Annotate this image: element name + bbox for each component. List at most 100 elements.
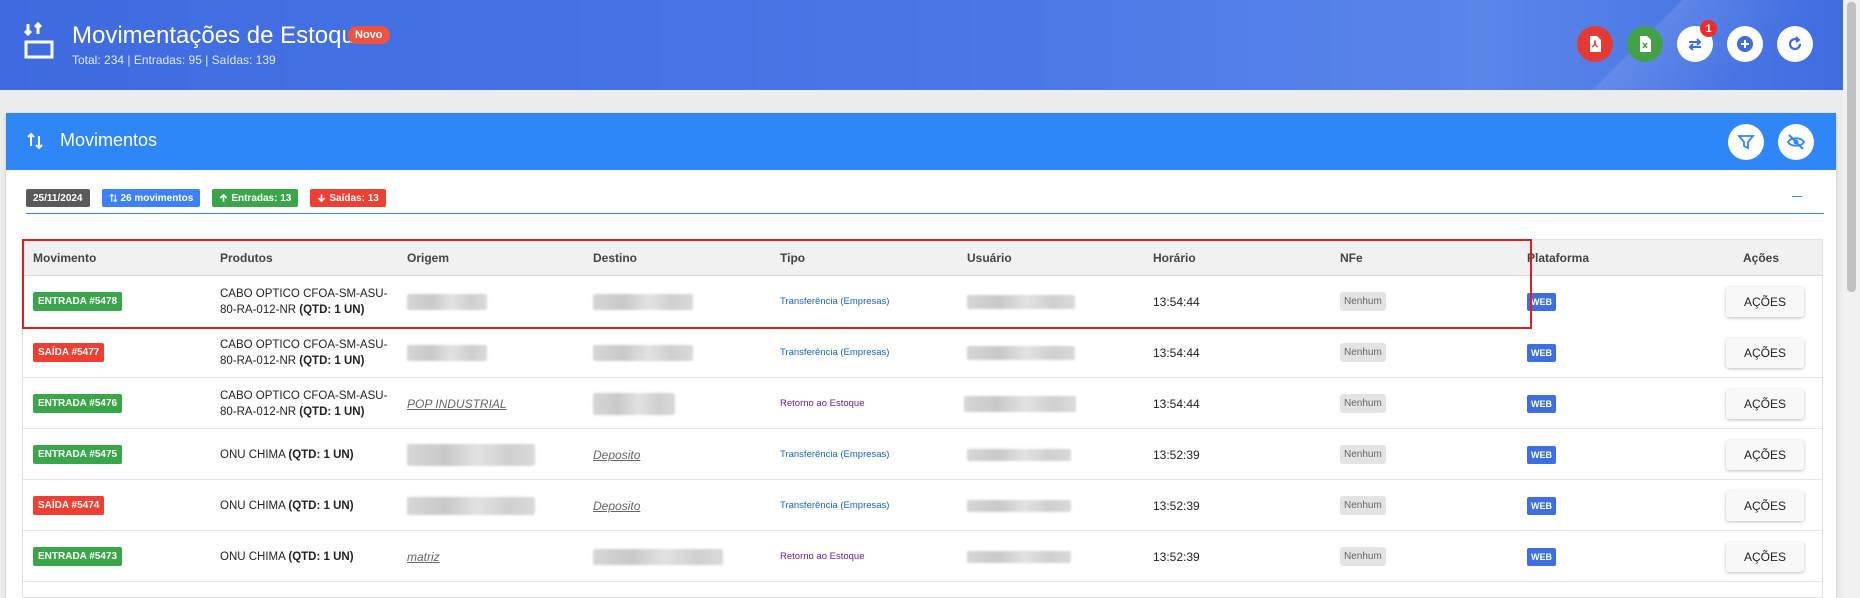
eye-off-icon (1786, 134, 1806, 150)
hide-button[interactable] (1778, 124, 1814, 160)
nfe-badge: Nenhum (1340, 394, 1386, 413)
product-cell: ONU CHIMA (QTD: 1 UN) (220, 447, 400, 463)
redacted-origin (407, 443, 535, 466)
redacted-user (967, 448, 1071, 461)
destination-link[interactable]: Deposito (593, 499, 640, 513)
redacted-destination (593, 392, 675, 415)
time-label: 13:52:39 (1153, 447, 1200, 462)
product-name: ONU CHIMA (220, 448, 286, 461)
origin-link[interactable]: matriz (407, 550, 440, 564)
page-title: Movimentações de Estoque (72, 22, 369, 49)
movement-badge: SAÍDA #5474 (33, 496, 105, 515)
arrow-up-icon (220, 193, 228, 202)
nfe-badge: Nenhum (1340, 343, 1386, 362)
swap-icon (1688, 38, 1702, 51)
actions-button[interactable]: AÇÕES (1726, 337, 1804, 368)
product-qty: (QTD: 1 UN) (299, 405, 365, 418)
product-qty: (QTD: 1 UN) (288, 499, 354, 512)
add-button[interactable] (1727, 26, 1763, 62)
table-row[interactable]: ENTRADA #5473 ONU CHIMA (QTD: 1 UN) matr… (23, 531, 1822, 582)
time-label: 13:52:39 (1153, 549, 1200, 564)
divider (26, 213, 1824, 214)
movement-badge: SAÍDA #5477 (33, 343, 105, 362)
page-header: Movimentações de Estoque Novo Total: 234… (0, 0, 1860, 90)
actions-button[interactable]: AÇÕES (1726, 439, 1804, 470)
time-label: 13:54:44 (1153, 396, 1200, 411)
plus-circle-icon (1737, 36, 1753, 52)
tipo-label: Retorno ao Estoque (780, 398, 865, 409)
transfer-count-badge: 1 (1700, 20, 1717, 37)
total-chip: 26 movimentos (101, 189, 201, 207)
tipo-label: Transferência (Empresas) (780, 347, 890, 358)
table-row[interactable]: ENTRADA #5476 CABO OPTICO CFOA-SM-ASU-80… (23, 378, 1822, 429)
redacted-origin (407, 344, 487, 361)
tipo-label: Retorno ao Estoque (780, 551, 865, 562)
redacted-user (964, 395, 1076, 412)
time-label: 13:54:44 (1153, 345, 1200, 360)
movement-badge: ENTRADA #5476 (33, 394, 123, 413)
product-name: ONU CHIMA (220, 499, 286, 512)
actions-button[interactable]: AÇÕES (1726, 388, 1804, 419)
new-badge: Novo (348, 26, 390, 44)
movements-card: Movimentos 25/11/2024 26 movimentos Entr… (6, 113, 1836, 598)
entradas-chip-label: Entradas: 13 (231, 192, 292, 204)
platform-badge: WEB (1527, 343, 1556, 362)
tipo-label: Transferência (Empresas) (780, 449, 890, 460)
scrollbar-thumb[interactable] (1847, 2, 1856, 292)
refresh-icon (1788, 36, 1802, 51)
refresh-button[interactable] (1777, 26, 1813, 62)
pdf-export-button[interactable] (1577, 26, 1613, 62)
saidas-chip: Saídas: 13 (310, 189, 386, 207)
summary-chips: 25/11/2024 26 movimentos Entradas: 13 Sa… (26, 189, 386, 207)
product-qty: (QTD: 1 UN) (288, 448, 354, 461)
destination-link[interactable]: Deposito (593, 448, 640, 462)
table-row[interactable]: ENTRADA #5475 ONU CHIMA (QTD: 1 UN) Depo… (23, 429, 1822, 480)
platform-badge: WEB (1527, 496, 1556, 515)
collapse-toggle[interactable] (1792, 196, 1802, 197)
table-row[interactable]: SAÍDA #5477 CABO OPTICO CFOA-SM-ASU-80-R… (23, 327, 1822, 378)
product-qty: (QTD: 1 UN) (299, 354, 365, 367)
col-acoes: Ações (1743, 251, 1780, 265)
arrow-down-icon (318, 194, 326, 203)
tipo-label: Transferência (Empresas) (780, 500, 890, 511)
stock-movement-icon (24, 22, 54, 59)
origin-link[interactable]: POP INDUSTRIAL (407, 397, 507, 411)
movement-badge: ENTRADA #5475 (33, 445, 123, 464)
nfe-badge: Nenhum (1340, 547, 1386, 566)
redacted-user (967, 499, 1071, 512)
page-subtitle: Total: 234 | Entradas: 95 | Saídas: 139 (72, 53, 276, 67)
platform-badge: WEB (1527, 394, 1556, 413)
product-cell: CABO OPTICO CFOA-SM-ASU-80-RA-012-NR (QT… (220, 388, 400, 420)
product-qty: (QTD: 1 UN) (288, 550, 354, 563)
filter-button[interactable] (1728, 124, 1764, 160)
excel-export-button[interactable] (1627, 26, 1663, 62)
actions-button[interactable]: AÇÕES (1726, 286, 1804, 317)
pdf-icon (1590, 36, 1601, 52)
product-cell: ONU CHIMA (QTD: 1 UN) (220, 498, 400, 514)
sort-arrows-icon (109, 193, 117, 203)
movement-badge: ENTRADA #5473 (33, 547, 123, 566)
col-plataforma: Plataforma (1527, 251, 1590, 265)
redacted-destination (593, 344, 693, 361)
table-row[interactable]: SAÍDA #5474 ONU CHIMA (QTD: 1 UN) Deposi… (23, 480, 1822, 531)
transfer-button[interactable]: 1 (1677, 20, 1717, 62)
sort-arrows-icon (27, 132, 43, 150)
date-chip: 25/11/2024 (26, 189, 90, 207)
entradas-chip: Entradas: 13 (212, 189, 299, 207)
actions-button[interactable]: AÇÕES (1726, 541, 1804, 572)
date-chip-label: 25/11/2024 (33, 192, 83, 204)
card-header: Movimentos (6, 113, 1836, 170)
page-scrollbar[interactable] (1843, 0, 1860, 598)
platform-badge: WEB (1527, 445, 1556, 464)
nfe-badge: Nenhum (1340, 496, 1386, 515)
product-name: ONU CHIMA (220, 550, 286, 563)
filter-icon (1737, 135, 1755, 150)
actions-button[interactable]: AÇÕES (1726, 490, 1804, 521)
saidas-chip-label: Saídas: 13 (329, 192, 379, 204)
card-title: Movimentos (60, 130, 158, 150)
selection-highlight (22, 239, 1532, 329)
redacted-user (967, 345, 1075, 360)
product-cell: ONU CHIMA (QTD: 1 UN) (220, 549, 400, 565)
excel-icon (1640, 36, 1651, 52)
redacted-destination (593, 548, 723, 565)
